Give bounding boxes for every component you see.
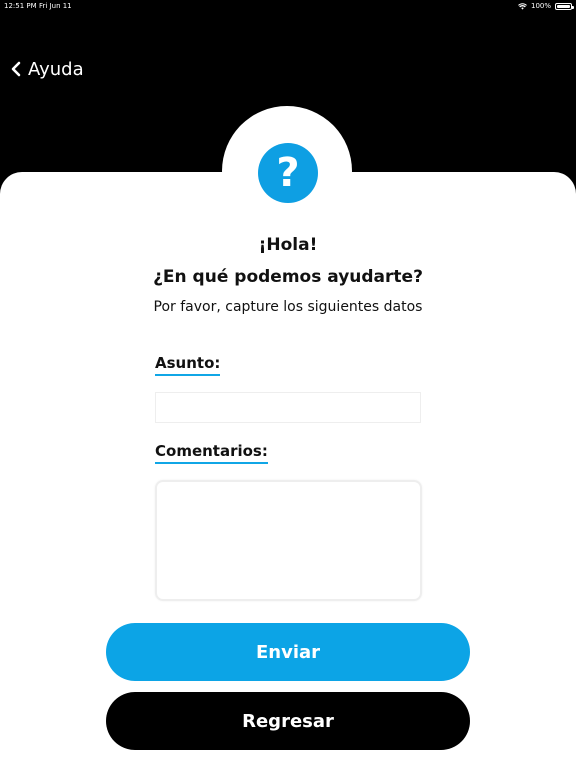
back-label: Ayuda [28,58,84,80]
status-date: Fri Jun 11 [39,2,72,10]
return-button[interactable]: Regresar [106,692,470,750]
comments-textarea[interactable] [155,480,422,601]
battery-icon [555,2,574,10]
help-question: ¿En qué podemos ayudarte? [153,267,423,287]
greeting-title: ¡Hola! [258,235,318,255]
send-button[interactable]: Enviar [106,623,470,681]
question-mark-icon: ? [258,143,318,203]
status-time: 12:51 PM [4,2,37,10]
send-button-label: Enviar [255,641,321,663]
return-button-label: Regresar [242,710,334,732]
help-symbol: ? [276,150,300,196]
comments-label: Comentarios: [155,442,268,464]
battery-percentage: 100% [530,2,551,10]
subject-input[interactable] [155,392,421,423]
status-bar: 12:51 PM Fri Jun 11 100% [0,0,576,12]
status-indicators: 100% [518,0,574,12]
chevron-left-icon [11,61,21,77]
subject-label: Asunto: [155,354,221,376]
wifi-icon [518,2,527,10]
back-button[interactable]: Ayuda [10,56,84,82]
instructions-text: Por favor, capture los siguientes datos [153,299,423,315]
